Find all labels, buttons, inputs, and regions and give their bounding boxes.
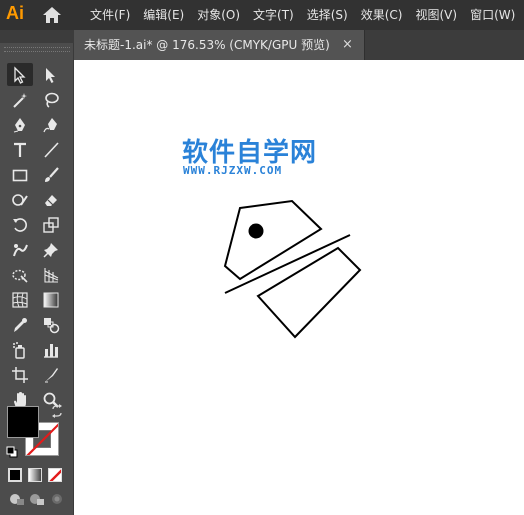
gradient-tool[interactable] [38,288,64,311]
app-logo: Ai [6,3,24,23]
dot-shape[interactable] [248,223,264,239]
menu-edit[interactable]: 编辑(E) [143,0,184,30]
perspective-grid-tool[interactable] [38,263,64,286]
pin-tool[interactable] [38,238,64,261]
rotate-tool[interactable] [7,213,33,236]
draw-mode-icon[interactable] [9,492,25,506]
document-tab[interactable]: 未标题-1.ai* @ 176.53% (CMYK/GPU 预览) × [74,30,365,60]
scale-tool[interactable] [38,213,64,236]
free-transform-tool[interactable] [7,263,33,286]
direct-selection-tool[interactable] [38,63,64,86]
lower-quad-shape[interactable] [256,246,362,339]
eyedropper-tool[interactable] [7,313,33,336]
none-mode-button[interactable] [48,468,62,482]
direct-selection-tool-icon [46,67,55,83]
default-fill-stroke-icon[interactable] [6,446,18,458]
color-mode-button[interactable] [8,468,22,482]
perspective-grid-tool-icon [44,267,59,283]
lasso-tool[interactable] [38,88,64,111]
symbol-sprayer-tool-icon [13,341,25,359]
pen-tool-icon [13,117,25,132]
cut-line[interactable] [224,234,351,294]
artwork [223,199,362,339]
none-slash-icon [49,469,61,481]
swap-fill-stroke-icon[interactable] [50,404,64,418]
eraser-tool[interactable] [38,188,64,211]
draw-inside-icon[interactable] [49,492,65,506]
home-icon[interactable] [42,6,62,24]
menu-file[interactable]: 文件(F) [90,0,130,30]
pen-tool[interactable] [7,113,33,136]
blend-tool-icon [44,317,60,333]
tools-panel-header: ◂◂ [0,30,74,70]
lasso-tool-icon [45,92,59,108]
eyedropper-tool-icon [14,317,27,332]
selection-tool-icon [14,65,26,84]
puppet-warp-tool[interactable] [7,238,33,261]
shaper-tool-icon [12,193,28,206]
line-segment-tool-icon [44,141,59,158]
document-tab-bar: 未标题-1.ai* @ 176.53% (CMYK/GPU 预览) × [74,30,524,60]
curvature-tool[interactable] [38,113,64,136]
menu-window[interactable]: 窗口(W) [470,0,515,30]
menu-bar: Ai 文件(F) 编辑(E) 对象(O) 文字(T) 选择(S) 效果(C) 视… [0,0,524,30]
panel-grip[interactable] [4,47,70,52]
shaper-tool[interactable] [7,188,33,211]
blend-tool[interactable] [38,313,64,336]
mesh-tool-icon [12,291,28,308]
paintbrush-tool-icon [45,166,59,182]
free-transform-tool-icon [12,269,28,283]
symbol-sprayer-tool[interactable] [7,338,33,361]
magic-wand-tool[interactable] [7,88,33,111]
paintbrush-tool[interactable] [38,163,64,186]
line-segment-tool[interactable] [38,138,64,161]
slice-tool-icon [45,367,58,382]
menu-object[interactable]: 对象(O) [197,0,240,30]
pin-tool-icon [43,242,58,258]
close-tab-icon[interactable]: × [342,30,353,60]
type-tool[interactable] [7,138,33,161]
artboard-tool[interactable] [7,363,33,386]
document-tab-title: 未标题-1.ai* @ 176.53% (CMYK/GPU 预览) [84,38,330,52]
gradient-tool-icon [43,292,59,307]
menu-select[interactable]: 选择(S) [307,0,348,30]
artboard-canvas[interactable]: 软件自学网 WWW.RJZXW.COM [74,60,524,515]
selection-tool[interactable] [7,63,33,86]
eraser-tool-icon [45,194,57,206]
menu-effect[interactable]: 效果(C) [361,0,403,30]
menu-type[interactable]: 文字(T) [253,0,294,30]
draw-behind-icon[interactable] [29,492,45,506]
fill-swatch[interactable] [7,406,39,438]
scale-tool-icon [43,216,59,233]
rectangle-tool[interactable] [7,163,33,186]
column-graph-tool-icon [44,343,58,358]
type-tool-icon [14,142,26,157]
rotate-tool-icon [13,217,27,232]
curvature-tool-icon [43,117,57,132]
main-menu: 文件(F) 编辑(E) 对象(O) 文字(T) 选择(S) 效果(C) 视图(V… [90,0,524,30]
rectangle-tool-icon [12,169,28,181]
magic-wand-tool-icon [13,92,27,108]
puppet-warp-tool-icon [13,243,28,256]
mesh-tool[interactable] [7,288,33,311]
tools-panel [0,43,74,515]
menu-view[interactable]: 视图(V) [415,0,457,30]
column-graph-tool[interactable] [38,338,64,361]
gradient-mode-button[interactable] [28,468,42,482]
slice-tool[interactable] [38,363,64,386]
artboard-tool-icon [12,366,28,383]
